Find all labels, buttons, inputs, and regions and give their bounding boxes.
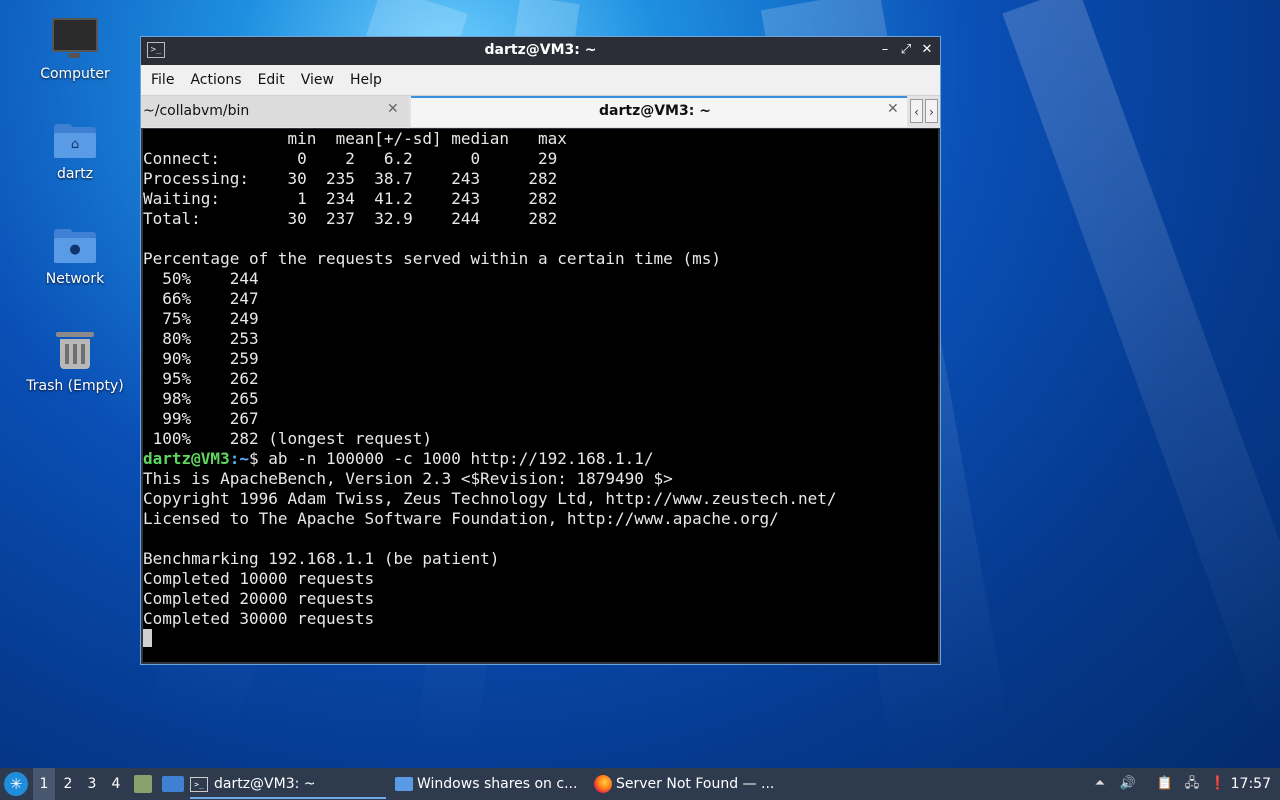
window-title: dartz@VM3: ~ <box>484 42 597 58</box>
firefox-icon <box>594 775 612 793</box>
taskbar: ✳ 1 2 3 4 >_ dartz@VM3: ~ Windows shares … <box>0 768 1280 800</box>
desktop-icon-label: dartz <box>56 166 94 182</box>
desktop-icon-trash[interactable]: Trash (Empty) <box>20 330 130 394</box>
desktop-icon-label: Network <box>45 271 105 287</box>
task-file-manager[interactable]: Windows shares on c... <box>395 769 585 799</box>
tab-close-icon[interactable]: ✕ <box>387 101 399 117</box>
desktop-icon-label: Trash (Empty) <box>26 378 124 394</box>
terminal-icon: >_ <box>190 776 208 792</box>
task-firefox[interactable]: Server Not Found — ... <box>594 769 794 799</box>
terminal-text-bottom: This is ApacheBench, Version 2.3 <$Revis… <box>143 469 837 628</box>
start-menu-button[interactable]: ✳ <box>4 772 28 796</box>
computer-icon <box>52 18 98 58</box>
home-folder-icon: ⌂ <box>54 124 96 158</box>
workspace-4[interactable]: 4 <box>105 768 127 800</box>
network-icon[interactable]: 🖧 <box>1183 775 1201 793</box>
menu-bar: File Actions Edit View Help <box>141 65 940 95</box>
prompt-user: dartz@VM3 <box>143 449 230 468</box>
clock[interactable]: 17:57 <box>1231 768 1271 800</box>
tab-scroll-left-button[interactable]: ‹ <box>910 99 923 123</box>
desktop-icon-computer[interactable]: Computer <box>20 18 130 82</box>
terminal-cursor <box>143 629 152 647</box>
desktop-icon-home[interactable]: ⌂ dartz <box>20 124 130 182</box>
tab-label: dartz@VM3: ~ <box>599 103 711 119</box>
tray-expand-icon[interactable]: ⏶ <box>1091 775 1109 793</box>
minimize-button[interactable]: – <box>876 41 894 59</box>
show-desktop-icon[interactable] <box>162 776 184 792</box>
terminal-text-top: min mean[+/-sd] median max Connect: 0 2 … <box>143 129 721 448</box>
workspace-3[interactable]: 3 <box>81 768 103 800</box>
tab-label: ~/collabvm/bin <box>143 103 250 119</box>
menu-view[interactable]: View <box>293 72 342 88</box>
tab-close-icon[interactable]: ✕ <box>887 101 899 117</box>
desktop-icon-network[interactable]: ● Network <box>20 229 130 287</box>
close-button[interactable]: ✕ <box>918 41 936 59</box>
folder-icon <box>395 777 413 791</box>
task-label: dartz@VM3: ~ <box>214 776 316 792</box>
menu-edit[interactable]: Edit <box>250 72 293 88</box>
file-manager-launcher-icon[interactable] <box>134 775 152 793</box>
maximize-button[interactable]: ⤢ <box>897 41 915 59</box>
prompt-line: dartz@VM3:~$ ab -n 100000 -c 1000 http:/… <box>143 449 938 469</box>
prompt-path: :~ <box>229 449 249 468</box>
window-titlebar[interactable]: >_ dartz@VM3: ~ – ⤢ ✕ <box>141 37 940 65</box>
update-notifier-icon[interactable]: ❗ <box>1209 775 1227 793</box>
network-folder-icon: ● <box>54 229 96 263</box>
tab-scroll-right-button[interactable]: › <box>925 99 938 123</box>
prompt-command: $ ab -n 100000 -c 1000 http://192.168.1.… <box>248 449 654 468</box>
menu-actions[interactable]: Actions <box>182 72 249 88</box>
menu-help[interactable]: Help <box>342 72 390 88</box>
clipboard-icon[interactable]: 📋 <box>1156 775 1174 793</box>
volume-icon[interactable]: 🔊 <box>1119 775 1137 793</box>
workspace-2[interactable]: 2 <box>57 768 79 800</box>
terminal-output[interactable]: min mean[+/-sd] median max Connect: 0 2 … <box>143 129 938 662</box>
cursor-line <box>143 629 938 649</box>
tab-dartz-home[interactable]: dartz@VM3: ~ ✕ <box>411 96 907 127</box>
workspace-1[interactable]: 1 <box>33 768 55 800</box>
task-label: Windows shares on c... <box>417 776 578 792</box>
task-terminal[interactable]: >_ dartz@VM3: ~ <box>190 769 386 799</box>
desktop-icon-label: Computer <box>40 66 110 82</box>
menu-file[interactable]: File <box>143 72 182 88</box>
tab-bar: ~/collabvm/bin ✕ dartz@VM3: ~ ✕ ‹ › <box>141 95 940 128</box>
task-label: Server Not Found — ... <box>616 776 775 792</box>
trash-icon <box>56 330 94 370</box>
tab-collabvm-bin[interactable]: ~/collabvm/bin ✕ <box>141 96 409 127</box>
terminal-window: >_ dartz@VM3: ~ – ⤢ ✕ File Actions Edit … <box>140 36 941 665</box>
